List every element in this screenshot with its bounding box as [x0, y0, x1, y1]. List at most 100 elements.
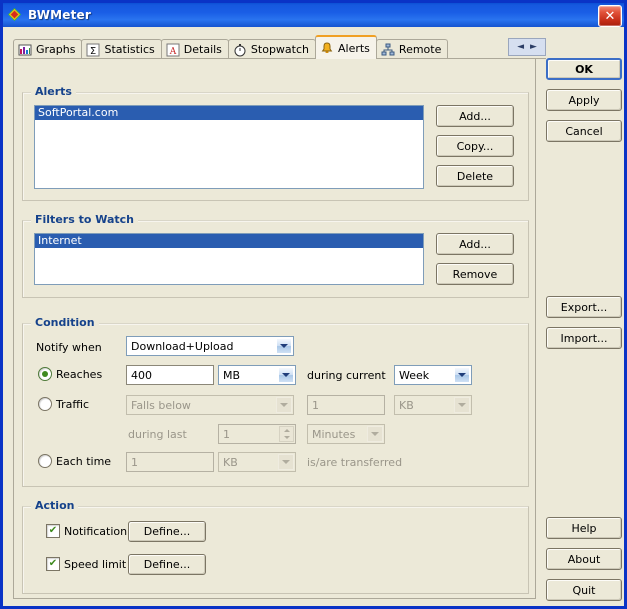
tab-statistics[interactable]: Σ Statistics [81, 39, 162, 59]
chevron-down-icon[interactable] [454, 367, 470, 383]
traffic-duration-unit-select[interactable]: Minutes [307, 424, 385, 444]
tab-graphs[interactable]: Graphs [13, 39, 83, 59]
reaches-unit-value: MB [223, 368, 241, 382]
radio-traffic[interactable]: Traffic [38, 397, 89, 411]
bwmeter-window: BWMeter ✕ SOFTPORTAL www.softportal.com … [0, 0, 627, 609]
list-item[interactable]: Internet [35, 234, 423, 248]
checkbox-speed-limit-label: Speed limit [64, 557, 127, 571]
each-time-amount-input[interactable]: 1 [126, 452, 214, 472]
checkbox-notification[interactable]: ✔ Notification [46, 524, 127, 538]
filters-group: Filters to Watch Internet Add... Remove [22, 213, 529, 298]
traffic-amount-input[interactable]: 1 [307, 395, 385, 415]
traffic-duration-unit-value: Minutes [312, 427, 356, 441]
radio-traffic-label: Traffic [56, 397, 90, 411]
chevron-down-icon[interactable] [454, 397, 470, 413]
notification-define-button[interactable]: Define... [128, 521, 206, 542]
radio-reaches-mark [38, 367, 52, 381]
tab-scroll-next-icon[interactable]: ► [530, 42, 537, 52]
tab-graphs-label: Graphs [36, 43, 76, 56]
tab-alerts-label: Alerts [338, 41, 370, 55]
traffic-duration-value: 1 [223, 427, 230, 441]
list-item[interactable]: SoftPortal.com [35, 106, 423, 120]
chevron-down-icon[interactable] [278, 454, 294, 470]
alerts-add-button[interactable]: Add... [436, 105, 514, 127]
details-icon: A [166, 43, 180, 57]
apply-button[interactable]: Apply [546, 89, 622, 111]
bwmeter-diamond-icon [7, 7, 23, 23]
tab-alerts[interactable]: Alerts [315, 35, 377, 59]
svg-text:A: A [169, 47, 177, 57]
chevron-down-icon[interactable] [276, 397, 292, 413]
import-button[interactable]: Import... [546, 327, 622, 349]
tab-remote[interactable]: Remote [375, 39, 449, 59]
tab-details[interactable]: A Details [160, 39, 229, 59]
each-time-unit-value: KB [223, 455, 238, 469]
notify-when-select[interactable]: Download+Upload [126, 336, 294, 356]
radio-each-time[interactable]: Each time [38, 454, 111, 468]
checkbox-notification-label: Notification [64, 524, 128, 538]
cancel-button[interactable]: Cancel [546, 120, 622, 142]
tabs-row: Graphs Σ Statistics A Details Stopwatch … [13, 35, 449, 59]
tab-details-label: Details [183, 43, 222, 56]
checkbox-speed-limit[interactable]: ✔ Speed limit [46, 557, 126, 571]
radio-each-time-label: Each time [56, 454, 112, 468]
reaches-unit-select[interactable]: MB [218, 365, 296, 385]
condition-group: Condition Notify when Download+Upload Re… [22, 316, 529, 487]
quit-button[interactable]: Quit [546, 579, 622, 601]
reaches-amount-input[interactable]: 400 [126, 365, 214, 385]
reaches-period-select[interactable]: Week [394, 365, 472, 385]
ok-button[interactable]: OK [546, 58, 622, 80]
alerts-delete-button[interactable]: Delete [436, 165, 514, 187]
speed-limit-define-button[interactable]: Define... [128, 554, 206, 575]
chevron-down-icon[interactable] [278, 367, 294, 383]
stepper-arrows-icon[interactable] [279, 426, 294, 442]
radio-reaches-label: Reaches [56, 367, 103, 381]
notify-when-label: Notify when [36, 341, 102, 354]
sigma-icon: Σ [86, 43, 100, 57]
tab-scroll-buttons[interactable]: ◄ ► [508, 38, 546, 56]
bell-icon [320, 41, 334, 55]
action-group-title: Action [31, 499, 79, 512]
during-last-label: during last [128, 428, 187, 441]
action-group: Action ✔ Notification Define... ✔ Speed … [22, 499, 529, 594]
traffic-comparison-value: Falls below [131, 398, 191, 412]
help-button[interactable]: Help [546, 517, 622, 539]
tab-scroll-prev-icon[interactable]: ◄ [517, 42, 524, 52]
alerts-copy-button[interactable]: Copy... [436, 135, 514, 157]
checkbox-notification-mark: ✔ [46, 524, 60, 538]
traffic-unit-select[interactable]: KB [394, 395, 472, 415]
close-icon[interactable]: ✕ [598, 5, 622, 27]
remote-icon [381, 43, 395, 57]
about-button[interactable]: About [546, 548, 622, 570]
filters-add-button[interactable]: Add... [436, 233, 514, 255]
tab-statistics-label: Statistics [104, 43, 155, 56]
tab-strip: Graphs Σ Statistics A Details Stopwatch … [13, 35, 606, 59]
traffic-duration-stepper[interactable]: 1 [218, 424, 296, 444]
radio-reaches[interactable]: Reaches [38, 367, 102, 381]
chevron-down-icon[interactable] [276, 338, 292, 354]
alerts-group-title: Alerts [31, 85, 76, 98]
radio-each-time-mark [38, 454, 52, 468]
side-button-column: OK Apply Cancel Export... Import... Help… [544, 27, 624, 606]
alerts-page-panel: Alerts SoftPortal.com Add... Copy... Del… [13, 58, 536, 599]
alerts-listbox[interactable]: SoftPortal.com [34, 105, 424, 189]
each-time-unit-select[interactable]: KB [218, 452, 296, 472]
radio-traffic-mark [38, 397, 52, 411]
tab-stopwatch[interactable]: Stopwatch [227, 39, 316, 59]
notify-when-value: Download+Upload [131, 339, 234, 353]
tab-remote-label: Remote [398, 43, 442, 56]
filters-remove-button[interactable]: Remove [436, 263, 514, 285]
bwmeter-diamond-svg [8, 8, 21, 21]
client-area: SOFTPORTAL www.softportal.com Graphs [3, 27, 624, 606]
export-button[interactable]: Export... [546, 296, 622, 318]
action-group-border [22, 506, 529, 594]
chevron-down-icon[interactable] [367, 426, 383, 442]
checkbox-speed-limit-mark: ✔ [46, 557, 60, 571]
title-bar: BWMeter ✕ [3, 3, 624, 27]
filters-group-title: Filters to Watch [31, 213, 138, 226]
alerts-group: Alerts SoftPortal.com Add... Copy... Del… [22, 85, 529, 201]
traffic-comparison-select[interactable]: Falls below [126, 395, 294, 415]
graphs-icon [18, 43, 32, 57]
filters-listbox[interactable]: Internet [34, 233, 424, 285]
tab-stopwatch-label: Stopwatch [250, 43, 309, 56]
